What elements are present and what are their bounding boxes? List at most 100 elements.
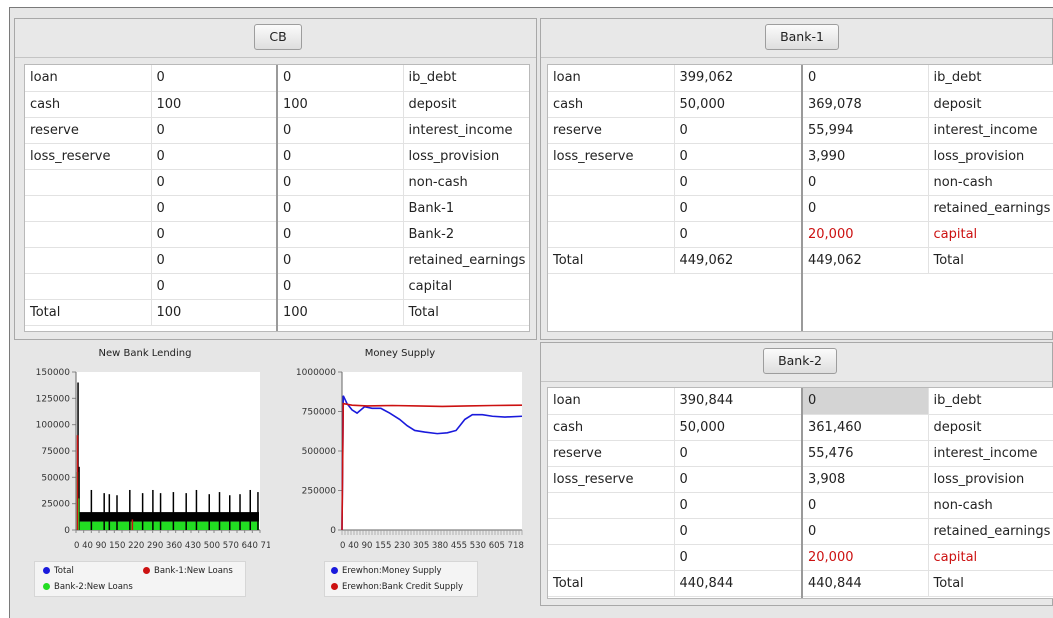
table-cell[interactable]: Total <box>548 570 675 597</box>
table-cell[interactable]: 3,990 <box>802 143 929 170</box>
table-cell[interactable] <box>548 544 675 571</box>
table-cell[interactable]: 0 <box>277 117 404 144</box>
table-cell[interactable] <box>548 195 675 222</box>
table-cell[interactable]: interest_income <box>928 117 1053 144</box>
table-cell[interactable]: 0 <box>674 544 803 571</box>
table-cell[interactable]: retained_earnings <box>928 518 1053 545</box>
table-cell[interactable]: Total <box>928 247 1053 274</box>
bank1-button[interactable]: Bank-1 <box>765 24 839 50</box>
table-cell[interactable]: 100 <box>277 91 404 118</box>
table-cell[interactable]: 0 <box>674 195 803 222</box>
table-cell[interactable]: 0 <box>277 247 404 274</box>
table-cell[interactable]: 50,000 <box>674 91 803 118</box>
table-cell[interactable]: non-cash <box>928 169 1053 196</box>
table-cell[interactable]: 0 <box>277 273 404 300</box>
table-cell[interactable]: loss_provision <box>928 466 1053 493</box>
table-cell[interactable]: 20,000 <box>802 221 929 248</box>
table-cell[interactable]: loss_reserve <box>25 143 152 170</box>
table-cell[interactable]: 0 <box>802 388 929 415</box>
table-cell[interactable]: loss_reserve <box>548 143 675 170</box>
table-cell[interactable]: reserve <box>25 117 152 144</box>
table-cell[interactable]: 0 <box>277 65 404 92</box>
table-cell[interactable]: 449,062 <box>802 247 929 274</box>
table-cell[interactable]: 0 <box>674 492 803 519</box>
table-cell[interactable]: 50,000 <box>674 414 803 441</box>
table-cell[interactable]: capital <box>928 221 1053 248</box>
table-cell[interactable]: 0 <box>151 169 278 196</box>
table-cell[interactable]: loan <box>548 388 675 415</box>
table-cell[interactable]: loss_provision <box>403 143 529 170</box>
table-cell[interactable]: 0 <box>151 117 278 144</box>
table-cell[interactable]: 0 <box>151 195 278 222</box>
table-cell[interactable] <box>548 169 675 196</box>
table-cell[interactable]: 0 <box>151 143 278 170</box>
table-cell[interactable]: Total <box>403 299 529 326</box>
table-cell[interactable] <box>25 273 152 300</box>
table-cell[interactable]: 0 <box>277 143 404 170</box>
table-cell[interactable]: 55,994 <box>802 117 929 144</box>
bank2-button[interactable]: Bank-2 <box>763 348 837 374</box>
table-cell[interactable] <box>548 518 675 545</box>
table-cell[interactable] <box>25 195 152 222</box>
table-cell[interactable]: 0 <box>151 247 278 274</box>
table-cell[interactable]: reserve <box>548 117 675 144</box>
table-cell[interactable] <box>548 492 675 519</box>
table-cell[interactable]: 100 <box>151 91 278 118</box>
table-cell[interactable]: 440,844 <box>802 570 929 597</box>
table-cell[interactable]: 0 <box>674 117 803 144</box>
table-cell[interactable]: 0 <box>802 169 929 196</box>
table-cell[interactable]: 0 <box>277 195 404 222</box>
table-cell[interactable]: Total <box>928 570 1053 597</box>
table-cell[interactable] <box>25 221 152 248</box>
cb-button[interactable]: CB <box>254 24 302 50</box>
table-cell[interactable]: 0 <box>802 195 929 222</box>
table-cell[interactable]: 0 <box>802 65 929 92</box>
table-cell[interactable]: Bank-1 <box>403 195 529 222</box>
table-cell[interactable]: 0 <box>674 466 803 493</box>
table-cell[interactable]: retained_earnings <box>403 247 529 274</box>
table-cell[interactable]: 440,844 <box>674 570 803 597</box>
table-cell[interactable]: reserve <box>548 440 675 467</box>
table-cell[interactable]: loss_provision <box>928 143 1053 170</box>
table-cell[interactable]: loan <box>25 65 152 92</box>
table-cell[interactable]: 0 <box>674 518 803 545</box>
table-cell[interactable]: ib_debt <box>928 388 1053 415</box>
table-cell[interactable]: capital <box>403 273 529 300</box>
table-cell[interactable]: 55,476 <box>802 440 929 467</box>
table-cell[interactable]: 0 <box>674 169 803 196</box>
table-cell[interactable]: loan <box>548 65 675 92</box>
table-cell[interactable]: cash <box>25 91 152 118</box>
table-cell[interactable]: 0 <box>277 221 404 248</box>
table-cell[interactable]: 369,078 <box>802 91 929 118</box>
table-cell[interactable]: 399,062 <box>674 65 803 92</box>
table-cell[interactable]: 390,844 <box>674 388 803 415</box>
table-cell[interactable]: Total <box>25 299 152 326</box>
table-cell[interactable]: 100 <box>277 299 404 326</box>
table-cell[interactable]: Total <box>548 247 675 274</box>
table-cell[interactable]: non-cash <box>403 169 529 196</box>
table-cell[interactable] <box>25 169 152 196</box>
table-cell[interactable] <box>548 221 675 248</box>
table-cell[interactable]: 100 <box>151 299 278 326</box>
table-cell[interactable]: capital <box>928 544 1053 571</box>
table-cell[interactable]: 20,000 <box>802 544 929 571</box>
table-cell[interactable]: 0 <box>151 65 278 92</box>
table-cell[interactable]: 0 <box>674 221 803 248</box>
table-cell[interactable]: 0 <box>674 440 803 467</box>
table-cell[interactable]: interest_income <box>403 117 529 144</box>
table-cell[interactable]: Bank-2 <box>403 221 529 248</box>
table-cell[interactable]: 449,062 <box>674 247 803 274</box>
table-cell[interactable]: 0 <box>151 273 278 300</box>
table-cell[interactable]: interest_income <box>928 440 1053 467</box>
table-cell[interactable]: 0 <box>674 143 803 170</box>
table-cell[interactable]: retained_earnings <box>928 195 1053 222</box>
table-cell[interactable]: 0 <box>277 169 404 196</box>
table-cell[interactable]: loss_reserve <box>548 466 675 493</box>
table-cell[interactable]: 0 <box>802 518 929 545</box>
table-cell[interactable]: cash <box>548 91 675 118</box>
table-cell[interactable]: 0 <box>802 492 929 519</box>
table-cell[interactable]: deposit <box>403 91 529 118</box>
table-cell[interactable]: deposit <box>928 414 1053 441</box>
table-cell[interactable]: 361,460 <box>802 414 929 441</box>
table-cell[interactable]: deposit <box>928 91 1053 118</box>
